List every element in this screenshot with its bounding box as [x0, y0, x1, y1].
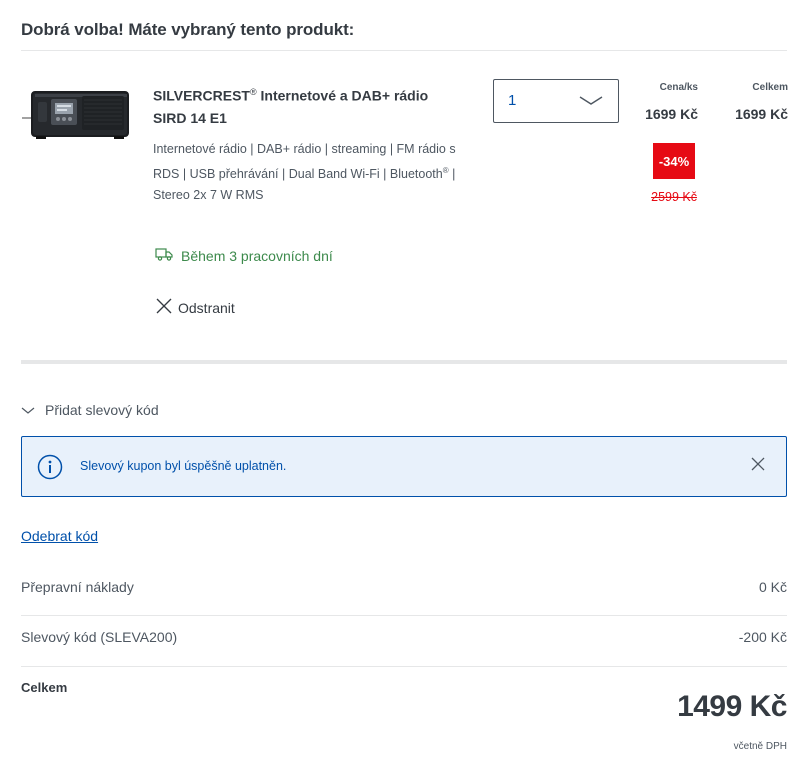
info-icon	[37, 454, 63, 480]
old-price: 2599 Kč	[651, 190, 697, 204]
close-icon[interactable]	[750, 456, 766, 472]
coupon-success-alert: Slevový kupon byl úspěšně uplatněn.	[21, 436, 787, 497]
cart-heading: Dobrá volba! Máte vybraný tento produkt:	[21, 20, 355, 39]
vat-note: včetně DPH	[733, 741, 787, 752]
delivery-info: Během 3 pracovních dní	[155, 247, 333, 264]
unit-price-header: Cena/ks	[659, 82, 698, 93]
divider	[21, 666, 787, 667]
quantity-value: 1	[508, 92, 517, 109]
total-label: Celkem	[21, 680, 68, 695]
remove-item-button[interactable]: Odstranit	[154, 296, 235, 319]
truck-icon	[155, 247, 181, 264]
quantity-select[interactable]: 1	[493, 79, 619, 123]
product-description: Internetové rádio | DAB+ rádio | streami…	[153, 142, 456, 203]
chevron-down-icon	[578, 93, 604, 109]
shipping-label: Přepravní náklady	[21, 579, 134, 595]
discount-code-value: -200 Kč	[738, 629, 787, 645]
section-divider	[21, 360, 787, 364]
total-header: Celkem	[752, 82, 788, 93]
remove-label: Odstranit	[178, 299, 235, 316]
divider	[21, 50, 787, 51]
discount-badge: -34%	[653, 143, 695, 179]
delivery-text: Během 3 pracovních dní	[181, 247, 333, 264]
divider	[21, 615, 787, 616]
chevron-down-icon	[21, 402, 45, 418]
line-total: 1699 Kč	[735, 106, 788, 122]
discount-code-label: Slevový kód (SLEVA200)	[21, 629, 178, 645]
add-coupon-label: Přidat slevový kód	[45, 402, 159, 418]
close-icon	[154, 296, 178, 319]
add-coupon-toggle[interactable]: Přidat slevový kód	[21, 402, 159, 418]
unit-price: 1699 Kč	[645, 106, 698, 122]
alert-message: Slevový kupon byl úspěšně uplatněn.	[80, 459, 287, 473]
shipping-value: 0 Kč	[758, 579, 787, 595]
product-name[interactable]: SILVERCREST® Internetové a DAB+ rádio SI…	[153, 81, 463, 129]
radio-product-image[interactable]	[22, 84, 130, 146]
remove-coupon-link[interactable]: Odebrat kód	[21, 528, 98, 544]
total-value: 1499 Kč	[677, 690, 787, 723]
